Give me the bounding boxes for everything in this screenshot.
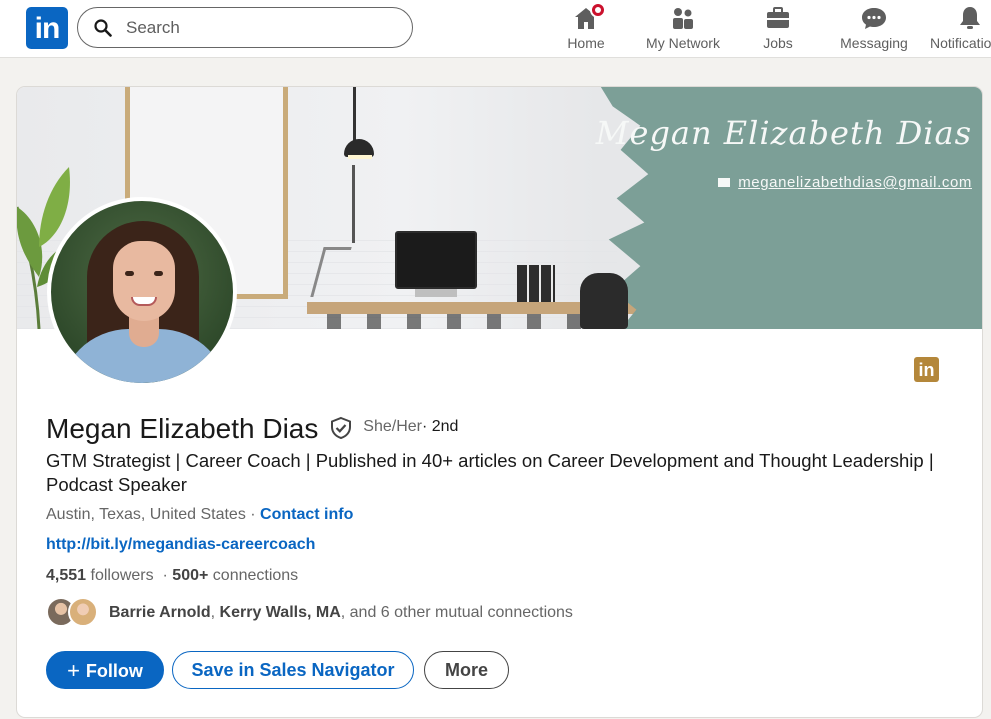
mutual-separator: , <box>210 604 220 621</box>
follow-button[interactable]: + Follow <box>46 651 164 689</box>
nav-my-network-label: My Network <box>646 35 720 51</box>
followers-label: followers <box>86 567 154 584</box>
avatar-face <box>113 241 175 321</box>
bell-icon <box>960 7 980 29</box>
network-icon <box>673 8 693 29</box>
monitor-stand <box>415 289 457 297</box>
top-nav: in Home My Network Jobs <box>0 0 991 58</box>
profile-card: Megan Elizabeth Dias meganelizabethdias@… <box>16 86 983 718</box>
avatar-neck <box>129 317 159 347</box>
linkedin-badge-icon[interactable]: in <box>914 357 939 382</box>
nav-home-label: Home <box>567 35 605 51</box>
connections-count[interactable]: 500+ <box>172 567 208 584</box>
nav-messaging[interactable]: Messaging <box>836 0 912 58</box>
nav-my-network[interactable]: My Network <box>638 0 728 58</box>
search-box[interactable] <box>77 7 413 48</box>
notification-dot <box>590 2 606 18</box>
lamp-glow <box>348 155 372 159</box>
avatar-eye <box>125 271 134 276</box>
profile-headline: GTM Strategist | Career Coach | Publishe… <box>46 450 934 495</box>
name-row: Megan Elizabeth Dias She/Her · 2nd <box>46 413 458 445</box>
location: Austin, Texas, United States <box>46 506 246 523</box>
connections-label: connections <box>208 567 299 584</box>
save-in-sales-navigator-button[interactable]: Save in Sales Navigator <box>172 651 414 689</box>
desk-legs <box>327 314 587 329</box>
search-icon <box>94 19 112 37</box>
plus-icon: + <box>67 658 80 683</box>
avatar-eye <box>154 271 163 276</box>
mutual-rest: , and 6 other mutual connections <box>340 604 573 621</box>
connection-degree: · 2nd <box>421 418 459 435</box>
banner-email: meganelizabethdias@gmail.com <box>718 174 972 191</box>
location-row: Austin, Texas, United States · Contact i… <box>46 506 353 524</box>
profile-name: Megan Elizabeth Dias <box>46 413 319 444</box>
mutual-name: Kerry Walls, MA <box>219 604 341 621</box>
lamp-rod <box>352 165 355 243</box>
mutual-name: Barrie Arnold <box>109 604 211 621</box>
binders-illustration <box>517 265 555 303</box>
nav-jobs[interactable]: Jobs <box>750 0 806 58</box>
mutual-text: Barrie Arnold, Kerry Walls, MA, and 6 ot… <box>109 604 573 622</box>
mutual-avatars <box>46 595 100 631</box>
stats-separator: · <box>158 567 173 584</box>
banner-email-text: meganelizabethdias@gmail.com <box>738 174 972 191</box>
more-button[interactable]: More <box>424 651 509 689</box>
followers-count[interactable]: 4,551 <box>46 567 86 584</box>
network-stats: 4,551 followers · 500+ connections <box>46 567 298 585</box>
pronouns: She/Her <box>363 418 422 435</box>
monitor-illustration <box>395 231 477 289</box>
envelope-icon <box>718 178 731 187</box>
follow-label: Follow <box>85 661 143 681</box>
mutual-avatar <box>68 597 98 627</box>
profile-avatar[interactable] <box>47 197 237 387</box>
lamp-cord <box>353 87 356 143</box>
search-input[interactable] <box>126 17 396 39</box>
chair-illustration <box>580 273 628 329</box>
message-icon <box>862 8 886 29</box>
contact-info-link[interactable]: Contact info <box>260 506 353 523</box>
nav-messaging-label: Messaging <box>840 35 908 51</box>
nav-notifications[interactable]: Notifications <box>930 0 991 58</box>
banner-name: Megan Elizabeth Dias <box>595 114 972 152</box>
nav-jobs-label: Jobs <box>763 35 793 51</box>
nav-home[interactable]: Home <box>556 0 616 58</box>
verified-shield-icon[interactable] <box>329 416 353 440</box>
location-separator: · <box>245 506 261 523</box>
website-link[interactable]: http://bit.ly/megandias-careercoach <box>46 536 315 554</box>
nav-notifications-label: Notifications <box>930 35 991 51</box>
briefcase-icon <box>767 7 789 28</box>
linkedin-logo[interactable]: in <box>26 7 68 49</box>
